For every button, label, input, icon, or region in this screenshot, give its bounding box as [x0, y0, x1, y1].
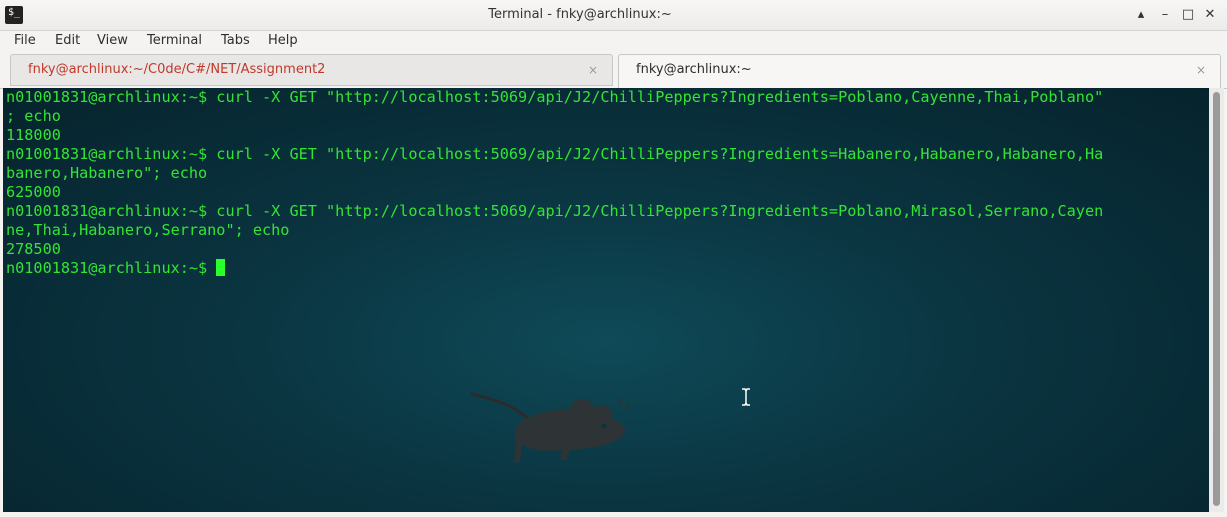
menu-view[interactable]: View: [97, 30, 128, 52]
scrollbar[interactable]: [1209, 88, 1224, 512]
terminal-line: ne,Thai,Habanero,Serrano"; echo: [6, 221, 290, 239]
terminal-prompt-line: n01001831@archlinux:~$: [6, 259, 1103, 278]
menu-bar: File Edit View Terminal Tabs Help: [0, 30, 1227, 52]
minimize-button[interactable]: –: [1155, 5, 1175, 25]
terminal-text: n01001831@archlinux:~$ curl -X GET "http…: [6, 88, 1103, 278]
xfce-mouse-logo-icon: [470, 392, 631, 462]
terminal-line: n01001831@archlinux:~$ curl -X GET "http…: [6, 88, 1104, 106]
terminal-line: 118000: [6, 126, 61, 144]
title-bar: $_ Terminal - fnky@archlinux:~ ▴ – □ ✕: [0, 0, 1227, 31]
scrollbar-thumb[interactable]: [1213, 92, 1220, 506]
terminal-line: n01001831@archlinux:~$ curl -X GET "http…: [6, 145, 1104, 163]
text-cursor: [216, 259, 226, 276]
terminal-output[interactable]: n01001831@archlinux:~$ curl -X GET "http…: [3, 88, 1209, 512]
terminal-prompt: n01001831@archlinux:~$: [6, 259, 217, 277]
window-border: [0, 512, 1227, 517]
keep-above-button[interactable]: ▴: [1131, 5, 1151, 25]
close-button[interactable]: ✕: [1200, 5, 1220, 25]
terminal-line: 625000: [6, 183, 61, 201]
terminal-line: ; echo: [6, 107, 61, 125]
terminal-line: n01001831@archlinux:~$ curl -X GET "http…: [6, 202, 1104, 220]
menu-help[interactable]: Help: [268, 30, 298, 52]
terminal-line: 278500: [6, 240, 61, 258]
tab-label: fnky@archlinux:~: [636, 62, 752, 77]
tab-close-icon[interactable]: ×: [1196, 55, 1206, 85]
tab-assignment2[interactable]: fnky@archlinux:~/C0de/C#/NET/Assignment2…: [10, 54, 613, 86]
window-title: Terminal - fnky@archlinux:~: [488, 7, 672, 22]
tab-label: fnky@archlinux:~/C0de/C#/NET/Assignment2: [28, 62, 326, 77]
terminal-line: banero,Habanero"; echo: [6, 164, 208, 182]
tab-close-icon[interactable]: ×: [588, 55, 598, 85]
menu-terminal[interactable]: Terminal: [147, 30, 202, 52]
tab-bar: fnky@archlinux:~/C0de/C#/NET/Assignment2…: [0, 52, 1227, 89]
menu-file[interactable]: File: [14, 30, 36, 52]
ibeam-cursor-icon: [742, 388, 750, 406]
menu-edit[interactable]: Edit: [55, 30, 80, 52]
maximize-button[interactable]: □: [1178, 5, 1198, 25]
menu-tabs[interactable]: Tabs: [221, 30, 250, 52]
tab-home[interactable]: fnky@archlinux:~ ×: [618, 54, 1221, 88]
